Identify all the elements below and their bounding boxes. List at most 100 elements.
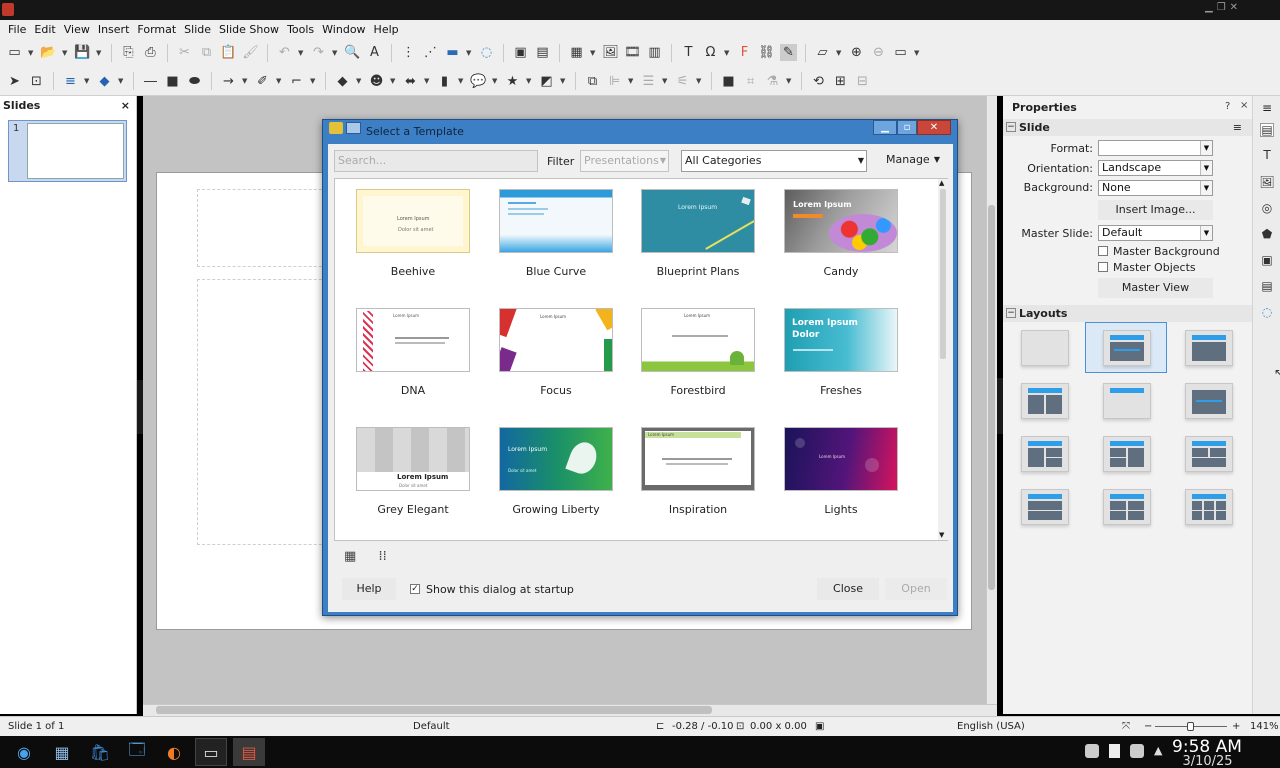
close-window-icon[interactable]: ✕: [1230, 2, 1238, 16]
chevron-down-icon[interactable]: ▼: [62, 49, 69, 57]
media-icon[interactable]: 🎞: [624, 44, 641, 61]
dialog-maximize-icon[interactable]: ▫: [897, 120, 917, 135]
fit-slide-icon[interactable]: ⤧: [1122, 721, 1130, 732]
properties-deck-icon[interactable]: ▤: [1260, 123, 1274, 137]
menu-slide-show[interactable]: Slide Show: [215, 23, 283, 36]
layout-title-2-content[interactable]: [1021, 383, 1069, 419]
master-slide-icon[interactable]: ◌: [478, 44, 495, 61]
chevron-down-icon[interactable]: ▼: [786, 77, 793, 85]
zoom-level[interactable]: 141%: [1250, 721, 1279, 732]
chevron-down-icon[interactable]: ▼: [356, 77, 363, 85]
collapse-section-icon[interactable]: −: [1006, 308, 1016, 318]
template-scrollbar-thumb[interactable]: [940, 189, 946, 359]
background-select[interactable]: None ▼: [1098, 180, 1213, 196]
chevron-down-icon[interactable]: ▼: [96, 49, 103, 57]
align-icon[interactable]: ⊫: [606, 73, 623, 90]
cut-icon[interactable]: ✂: [176, 44, 193, 61]
chevron-down-icon[interactable]: ▼: [492, 77, 499, 85]
navigator-deck-icon[interactable]: ◎: [1260, 201, 1274, 215]
slide-transition-deck-icon[interactable]: ▣: [1260, 253, 1274, 267]
terminal-icon[interactable]: ▭: [195, 738, 227, 766]
restore-icon[interactable]: ❐: [1217, 2, 1226, 16]
toggle-extrusion-icon[interactable]: ⟲: [810, 73, 827, 90]
line-color-icon[interactable]: ≡: [62, 73, 79, 90]
show-at-startup-checkbox[interactable]: ✓: [410, 584, 420, 594]
menu-tools[interactable]: Tools: [283, 23, 318, 36]
format-select[interactable]: ▼: [1098, 140, 1213, 156]
vertical-scrollbar-thumb[interactable]: [988, 205, 995, 590]
impress-icon[interactable]: ▤: [233, 738, 265, 766]
block-arrows-icon[interactable]: ⬌: [402, 73, 419, 90]
chevron-down-icon[interactable]: ▼: [914, 49, 921, 57]
chevron-down-icon[interactable]: ▼: [836, 49, 843, 57]
chevron-down-icon[interactable]: ▼: [332, 49, 339, 57]
language[interactable]: English (USA): [957, 721, 1025, 732]
menu-insert[interactable]: Insert: [94, 23, 134, 36]
menu-edit[interactable]: Edit: [30, 23, 59, 36]
help-icon[interactable]: ?: [1225, 101, 1230, 112]
styles-deck-icon[interactable]: T: [1260, 148, 1274, 162]
template-growing-liberty[interactable]: Lorem Ipsum Dolor sit amet Growing Liber…: [481, 419, 631, 529]
category-select[interactable]: All Categories ▼: [681, 150, 867, 172]
section-menu-icon[interactable]: ≡: [1233, 119, 1242, 136]
paste-icon[interactable]: 📋: [220, 44, 237, 61]
delete-slide-icon[interactable]: ⊖: [870, 44, 887, 61]
chevron-down-icon[interactable]: ▼: [526, 77, 533, 85]
file-explorer-icon[interactable]: 🗔: [121, 738, 153, 766]
filter-select[interactable]: Presentations ▼: [580, 150, 669, 172]
display-views-icon[interactable]: ▬: [444, 44, 461, 61]
master-view-button[interactable]: Master View: [1098, 278, 1213, 298]
chevron-down-icon[interactable]: ▼: [696, 77, 703, 85]
chevron-down-icon[interactable]: ▼: [662, 77, 669, 85]
connector-icon[interactable]: ⌐: [288, 73, 305, 90]
zoom-pan-icon[interactable]: ⊡: [28, 73, 45, 90]
chevron-down-icon[interactable]: ▼: [310, 77, 317, 85]
orientation-select[interactable]: Landscape ▼: [1098, 160, 1213, 176]
control-panel-icon[interactable]: ▦: [46, 738, 78, 766]
tray-document-icon[interactable]: [1109, 744, 1120, 758]
collapse-section-icon[interactable]: −: [1006, 122, 1016, 132]
master-slide-select[interactable]: Default ▼: [1098, 225, 1213, 241]
menu-format[interactable]: Format: [133, 23, 180, 36]
content-placeholder[interactable]: [197, 279, 337, 545]
tray-network-icon[interactable]: [1130, 744, 1144, 758]
master-objects-checkbox[interactable]: [1098, 262, 1108, 272]
template-focus[interactable]: Lorem Ipsum Focus: [481, 300, 631, 410]
chevron-down-icon[interactable]: ▼: [390, 77, 397, 85]
clock-date[interactable]: 3/10/25: [1180, 754, 1235, 768]
zoom-in-icon[interactable]: +: [1232, 721, 1240, 732]
chevron-down-icon[interactable]: ▼: [276, 77, 283, 85]
grid-icon[interactable]: ⋮: [400, 44, 417, 61]
sidebar-menu-icon[interactable]: ≡: [1262, 101, 1272, 115]
layout-title-content-2[interactable]: [1185, 330, 1233, 366]
image-icon[interactable]: 🖼: [602, 44, 619, 61]
thumbnail-view-icon[interactable]: ▦: [344, 549, 356, 564]
shapes-deck-icon[interactable]: ⬟: [1260, 227, 1274, 241]
zoom-out-icon[interactable]: −: [1144, 721, 1152, 732]
speaker-icon[interactable]: ▲: [1154, 744, 1162, 757]
template-blue-curve[interactable]: Blue Curve: [481, 181, 631, 291]
menu-slide[interactable]: Slide: [180, 23, 215, 36]
clone-formatting-icon[interactable]: 🖌: [242, 44, 259, 61]
slide-thumbnail[interactable]: 1: [8, 120, 127, 182]
print-icon[interactable]: ⎙: [142, 44, 159, 61]
chart-icon[interactable]: ▥: [646, 44, 663, 61]
tray-icon[interactable]: [1085, 744, 1099, 758]
transformations-icon[interactable]: ⧉: [584, 73, 601, 90]
template-forestbird[interactable]: Lorem Ipsum Forestbird: [623, 300, 773, 410]
flowchart-icon[interactable]: ▮: [436, 73, 453, 90]
open-folder-icon[interactable]: 📂: [40, 44, 57, 61]
slide-section-header[interactable]: − Slide ≡: [1003, 119, 1252, 136]
undo-icon[interactable]: ↶: [276, 44, 293, 61]
fill-color-icon[interactable]: ◆: [96, 73, 113, 90]
list-view-icon[interactable]: ⁞⁞: [378, 549, 386, 564]
chevron-down-icon[interactable]: ▼: [298, 49, 305, 57]
template-freshes[interactable]: Lorem Ipsum Dolor Freshes: [766, 300, 916, 410]
chevron-down-icon[interactable]: ▼: [118, 77, 125, 85]
crop-icon[interactable]: ⌗: [742, 73, 759, 90]
menu-view[interactable]: View: [60, 23, 94, 36]
document-modified-icon[interactable]: ▣: [815, 721, 824, 732]
template-inspiration[interactable]: Lorem Ipsum Inspiration: [623, 419, 773, 529]
help-button[interactable]: Help: [342, 578, 396, 600]
close-pane-icon[interactable]: ×: [121, 99, 130, 112]
